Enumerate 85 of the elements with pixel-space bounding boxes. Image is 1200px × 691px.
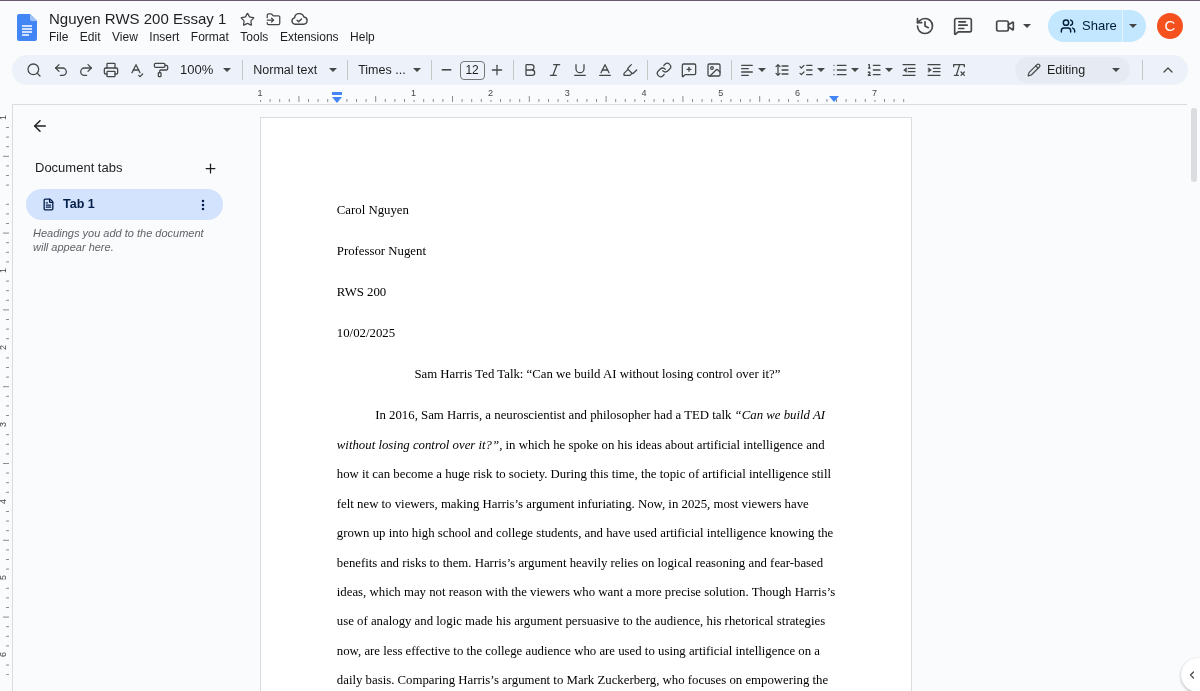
link-icon (656, 62, 673, 78)
menu-item[interactable]: View (112, 30, 138, 45)
caret-icon (329, 68, 338, 72)
ruler-number: 2 (0, 344, 8, 350)
add-comment-icon (681, 62, 698, 78)
caret-icon (1112, 68, 1120, 72)
pencil-icon (1027, 63, 1041, 77)
document-line: Carol Nguyen (336, 202, 409, 219)
ruler-number: 1 (257, 88, 263, 98)
document-logo-icon[interactable] (17, 14, 37, 41)
ruler-number: 4 (641, 88, 647, 98)
font-size-field[interactable]: 12 (459, 60, 485, 80)
menu-item[interactable]: Insert (149, 30, 180, 45)
ruler-number: 2 (487, 88, 493, 98)
ruler-number: 5 (718, 88, 724, 98)
ruler-number: 6 (795, 88, 801, 98)
tab-label: Tab 1 (63, 196, 95, 214)
redo-icon (77, 62, 94, 78)
body-paragraph: In 2016, Sam Harris, a neuroscientist and philosopher had a TED talk “Can we build AI without losing control over it?”, in which he spoke on his ideas about artificial intelligence and how it can become a huge risk to society. During this time, the topic of artificial intelligence still felt new to viewers, making Harris’s argument infuriating. Now, in 2025, most viewers have grown up into high school and college students, and have used artificial intelligence knowing the benefits and risks to them. Harris’s argument heavily relies on logical reasoning and fear-based ideas, which may not reason with the viewers who want a more precise solution. Though Harris’s use of analogy and logic made his argument persuasive to the audience, his rhetorical strategies now, are less effective to the college audience who are used to using artificial intelligence on a daily basis. Comparing Harris’s argument to Mark Zuckerberg, who focuses on empowering the (336, 407, 836, 690)
indent-increase-icon (926, 62, 943, 78)
menu-item[interactable]: File (49, 30, 69, 45)
paragraph-style-dropdown[interactable]: Normal text (247, 58, 344, 82)
document-tabs-heading: Document tabs (35, 159, 123, 178)
minus-icon (441, 69, 453, 71)
caret-icon (412, 68, 421, 72)
ruler-number: 5 (0, 575, 8, 581)
indent-marker-icon[interactable] (829, 96, 839, 102)
caret-icon (758, 68, 767, 72)
caret-icon (885, 68, 894, 72)
line-spacing-icon (774, 62, 791, 78)
ruler-number: 4 (0, 498, 8, 504)
ruler-number: 3 (564, 88, 570, 98)
share-options-button[interactable] (1122, 10, 1146, 42)
align-left-icon (739, 62, 756, 78)
menu-item[interactable]: Edit (79, 30, 101, 45)
bullet-list-icon (832, 62, 849, 78)
search-icon (26, 62, 42, 78)
caret-icon (1023, 24, 1031, 28)
history-icon (915, 16, 935, 36)
underline-icon (572, 62, 589, 78)
indent-marker-icon[interactable] (332, 92, 342, 103)
caret-icon (223, 68, 232, 72)
clear-formatting-icon (951, 62, 968, 78)
document-icon (42, 198, 55, 211)
document-line: 10/02/2025 (336, 325, 396, 343)
caret-icon (817, 68, 826, 72)
side-panel-toggle[interactable] (1181, 658, 1200, 691)
menu-item[interactable]: Extensions (279, 30, 339, 45)
printer-icon (102, 62, 119, 78)
essay-title: Sam Harris Ted Talk: “Can we build AI without losing control over it?” (413, 366, 782, 384)
star-icon (239, 11, 255, 27)
comment-icon (953, 16, 973, 36)
menu-item[interactable]: Help (350, 30, 375, 45)
paint-roller-icon (152, 62, 169, 78)
text-color-icon (597, 62, 614, 78)
image-icon (706, 62, 723, 78)
caret-icon (1129, 24, 1137, 28)
folder-icon (265, 11, 281, 27)
ruler-number: 1 (0, 268, 8, 274)
document-title[interactable]: Nguyen RWS 200 Essay 1 (49, 9, 227, 29)
zoom-dropdown[interactable]: 100% (173, 58, 239, 82)
font-dropdown[interactable]: Times ... (352, 58, 427, 82)
ruler-number: 7 (871, 88, 877, 98)
editing-mode-dropdown[interactable]: Editing (1015, 57, 1130, 83)
highlighter-icon (622, 62, 639, 78)
checklist-icon (798, 62, 815, 78)
caret-icon (851, 68, 860, 72)
ruler-number: 1 (0, 114, 8, 120)
plus-icon (202, 160, 218, 176)
document-line: Professor Nugent (336, 243, 426, 261)
people-icon (1060, 18, 1076, 34)
ruler-number: 3 (0, 421, 8, 427)
menu-item[interactable]: Format (190, 30, 229, 45)
scrollbar-thumb[interactable] (1190, 108, 1197, 182)
undo-icon (52, 62, 69, 78)
ruler-number: 6 (0, 652, 8, 658)
outline-hint: Headings you add to the document will appear here. (33, 226, 205, 254)
ruler-number: 1 (411, 88, 417, 98)
share-button[interactable]: Share (1048, 10, 1122, 42)
document-line: RWS 200 (336, 284, 387, 302)
indent-decrease-icon (901, 62, 918, 78)
numbered-list-icon (866, 62, 883, 78)
document-tab[interactable]: Tab 1 (26, 189, 223, 220)
menu-item[interactable]: Tools (240, 30, 269, 45)
cloud-check-icon (290, 13, 308, 25)
